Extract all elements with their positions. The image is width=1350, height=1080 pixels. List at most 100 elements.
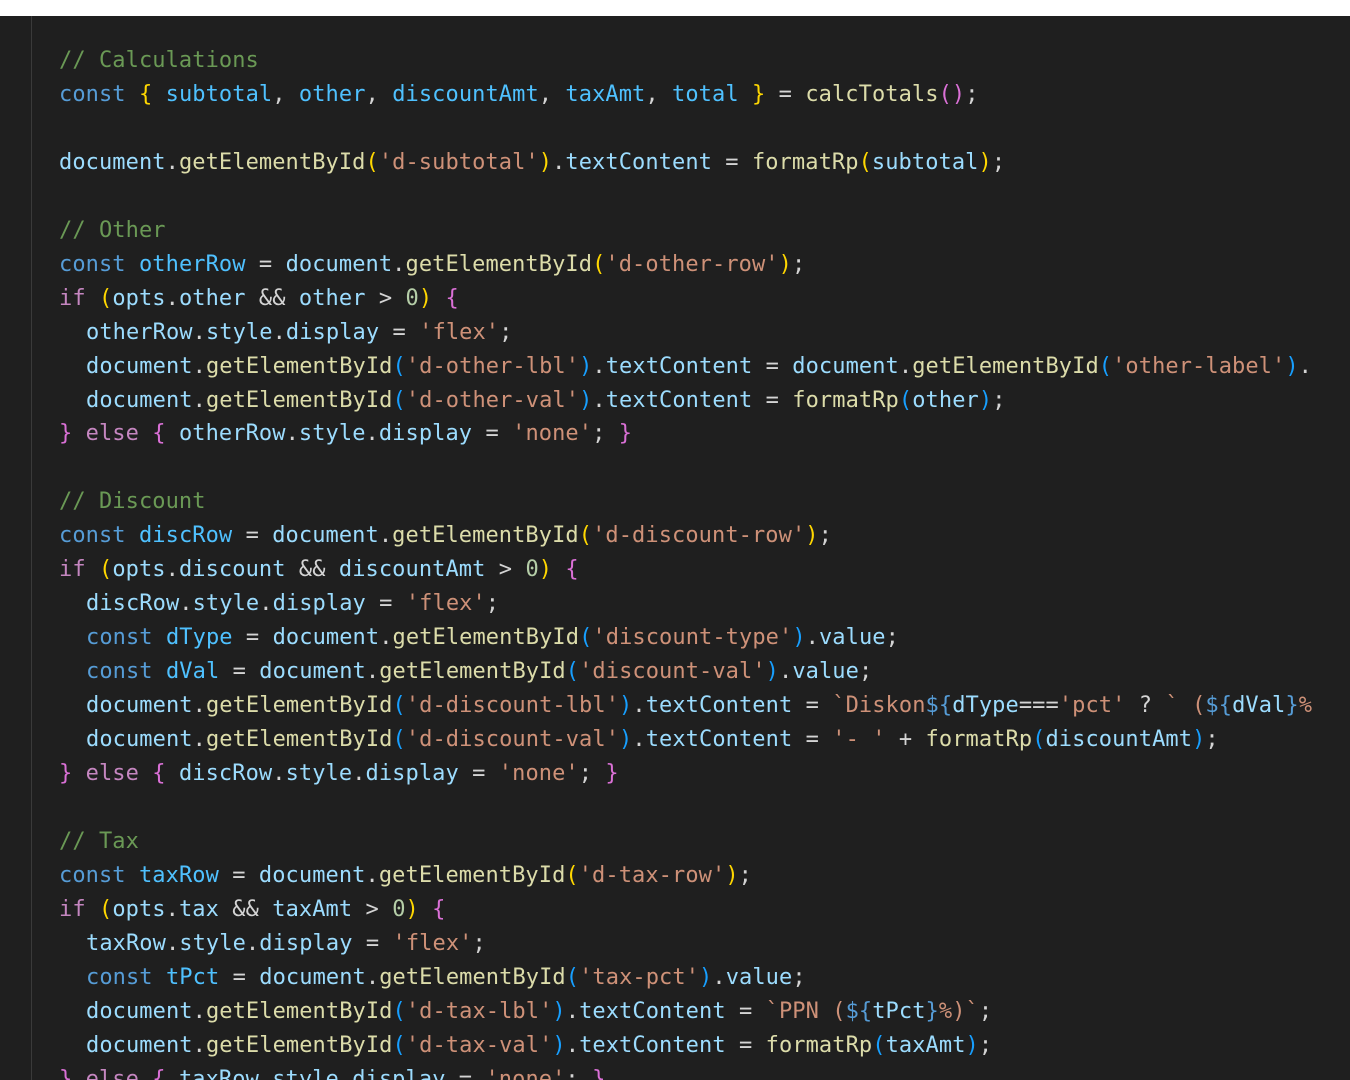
code-line[interactable]: taxRow.style.display = 'flex'; [86, 927, 486, 961]
code-line[interactable]: const dVal = document.getElementById('di… [86, 655, 872, 689]
code-line[interactable]: const taxRow = document.getElementById('… [59, 859, 752, 893]
code-token: . [565, 1032, 580, 1058]
code-token: 0 [405, 285, 419, 311]
code-token: // Calculations [59, 48, 259, 73]
code-token: } [59, 760, 73, 786]
code-token: 'none' [485, 1066, 566, 1080]
code-line[interactable]: document.getElementById('d-tax-val').tex… [86, 1029, 992, 1063]
code-token: 'd-other-lbl' [405, 353, 580, 379]
code-token: . [192, 1032, 206, 1058]
code-token: taxAmt [565, 81, 646, 107]
code-token: } [605, 760, 619, 786]
code-token: textContent [579, 1032, 726, 1058]
code-line[interactable]: if (opts.other && other > 0) { [59, 282, 459, 316]
code-token: % [1298, 693, 1313, 719]
code-line[interactable]: if (opts.tax && taxAmt > 0) { [59, 893, 446, 927]
code-token: . [192, 353, 206, 379]
code-token: === [1018, 693, 1059, 719]
code-line[interactable]: // Calculations [59, 44, 259, 78]
code-token: = [219, 964, 260, 990]
code-line[interactable]: document.getElementById('d-tax-lbl').tex… [86, 995, 992, 1029]
code-token: ; [472, 930, 486, 956]
code-token: const [59, 862, 126, 888]
code-token: 'flex' [405, 591, 486, 617]
code-line[interactable]: document.getElementById('d-subtotal').te… [59, 146, 1005, 180]
code-line[interactable]: document.getElementById('d-discount-lbl'… [86, 689, 1312, 723]
code-token: . [392, 251, 406, 277]
code-line[interactable]: // Tax [59, 825, 139, 859]
code-token: formatRp [765, 1032, 873, 1058]
code-token: = [765, 81, 806, 107]
code-token: ${ [1205, 693, 1233, 719]
code-token: dType [165, 625, 233, 651]
code-token: ( [592, 251, 606, 277]
code-token: { [432, 896, 446, 922]
code-token: } [618, 421, 633, 447]
code-editor[interactable]: // Calculations const { subtotal, other, … [0, 16, 1350, 1080]
code-token: if [59, 896, 86, 922]
code-token: value [725, 964, 793, 990]
code-token: ( [858, 149, 872, 175]
code-token: ${ [845, 998, 873, 1024]
code-token: . [192, 319, 206, 345]
code-token: ; [792, 964, 806, 990]
code-token: ( [98, 285, 113, 311]
code-token: style [272, 1066, 339, 1080]
code-token: calcTotals [805, 81, 939, 107]
code-line[interactable]: document.getElementById('d-other-val').t… [86, 384, 1006, 418]
code-token: 'd-subtotal' [378, 149, 539, 175]
code-token: } [59, 1066, 73, 1080]
code-token: %)` [938, 998, 979, 1024]
code-token: = [792, 727, 833, 752]
code-token: ( [1032, 727, 1046, 752]
code-token: getElementById [205, 387, 393, 413]
code-token: subtotal [871, 149, 979, 175]
code-token: 'd-other-row' [605, 251, 779, 277]
code-line[interactable]: discRow.style.display = 'flex'; [86, 587, 499, 621]
code-line[interactable]: const { subtotal, other, discountAmt, ta… [59, 78, 979, 112]
code-token: getElementById [405, 251, 593, 277]
code-line[interactable]: otherRow.style.display = 'flex'; [86, 316, 512, 350]
code-token: // Other [59, 217, 166, 243]
code-token: . [245, 930, 260, 956]
code-line[interactable]: const dType = document.getElementById('d… [86, 621, 899, 655]
code-line[interactable]: document.getElementById('d-other-lbl').t… [86, 350, 1312, 384]
code-token: ( [1098, 353, 1113, 379]
code-token: else [85, 421, 139, 447]
code-token: opts [112, 557, 166, 583]
code-token: display [352, 1066, 446, 1080]
code-line[interactable]: if (opts.discount && discountAmt > 0) { [59, 553, 579, 587]
code-token: discountAmt [392, 81, 539, 107]
code-token: = [245, 251, 286, 277]
code-line[interactable]: document.getElementById('d-discount-val'… [86, 723, 1219, 757]
code-token: document [86, 1032, 193, 1058]
code-token: taxAmt [885, 1032, 966, 1058]
code-line[interactable]: // Discount [59, 485, 206, 519]
code-token: formatRp [925, 727, 1033, 752]
code-token: discRow [86, 591, 180, 617]
code-token: document [272, 625, 380, 651]
code-token: tPct [165, 964, 220, 990]
code-token: ; [965, 81, 979, 107]
code-line[interactable]: const discRow = document.getElementById(… [59, 519, 832, 553]
code-line[interactable]: const otherRow = document.getElementById… [59, 248, 805, 282]
code-token: discountAmt [1045, 727, 1193, 752]
code-token: = [232, 523, 273, 549]
code-token: ) [725, 862, 739, 888]
code-token: . [778, 659, 793, 685]
code-token: textContent [645, 693, 793, 719]
code-line[interactable]: } else { otherRow.style.display = 'none'… [59, 417, 632, 451]
code-token: . [1298, 353, 1312, 379]
code-line[interactable]: } else { taxRow.style.display = 'none'; … [59, 1063, 605, 1080]
code-token: getElementById [178, 149, 366, 175]
code-line[interactable]: // Other [59, 214, 166, 248]
code-token: 'pct' [1058, 693, 1126, 719]
code-token: total [672, 81, 739, 107]
code-line[interactable]: } else { discRow.style.display = 'none';… [59, 757, 619, 791]
code-line[interactable]: const tPct = document.getElementById('ta… [86, 961, 806, 995]
code-token: ; [818, 523, 832, 549]
